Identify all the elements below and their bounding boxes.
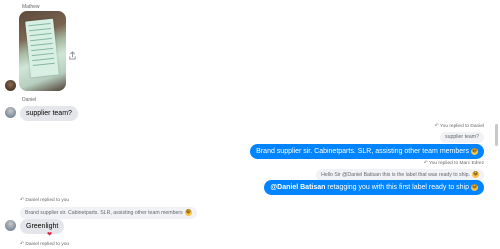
avatar-mathew[interactable] xyxy=(5,80,16,91)
quoted-message-3[interactable]: Brand supplier sir. Cabinetparts. SLR, a… xyxy=(20,207,197,219)
message-bubble-incoming-greenlight[interactable]: Greenlight xyxy=(20,219,65,234)
share-icon[interactable] xyxy=(68,47,77,60)
avatar-daniel[interactable] xyxy=(5,107,16,118)
emoji-grin: 😁 xyxy=(471,147,478,155)
message-bubble-incoming[interactable]: supplier team? xyxy=(20,106,78,121)
reply-meta-2: ↶ You replied to Marc Edrez xyxy=(423,161,484,166)
daniel-reply-meta: ↶ Daniel replied to you xyxy=(20,198,70,203)
photo-sender-name: Mathew xyxy=(22,4,40,10)
bottom-reply-meta: ↶ Daniel replied to you xyxy=(20,242,70,247)
quoted-message-1[interactable]: supplier team? xyxy=(439,132,484,143)
photo-attachment[interactable] xyxy=(19,11,66,91)
heart-reaction-icon[interactable]: ❤ xyxy=(47,232,52,238)
reply-meta-1: ↶ You replied to Daniel xyxy=(434,124,484,129)
scrollbar-thumb[interactable] xyxy=(495,124,498,146)
emoji-grin: 😁 xyxy=(184,209,192,216)
scrollbar[interactable] xyxy=(494,0,500,249)
avatar-daniel[interactable] xyxy=(5,220,16,231)
mention-daniel[interactable]: @Daniel Batisan xyxy=(270,184,325,191)
message-bubble-outgoing-1[interactable]: Brand supplier sir. Cabinetparts. SLR, a… xyxy=(250,144,484,159)
daniel-sender-name: Daniel xyxy=(22,97,37,103)
emoji-smile: 😀 xyxy=(472,171,479,178)
photo-document-paper xyxy=(25,18,59,78)
message-bubble-outgoing-2[interactable]: @Daniel Batisan retagging you with this … xyxy=(264,180,484,195)
emoji-smile: 😀 xyxy=(471,183,478,191)
